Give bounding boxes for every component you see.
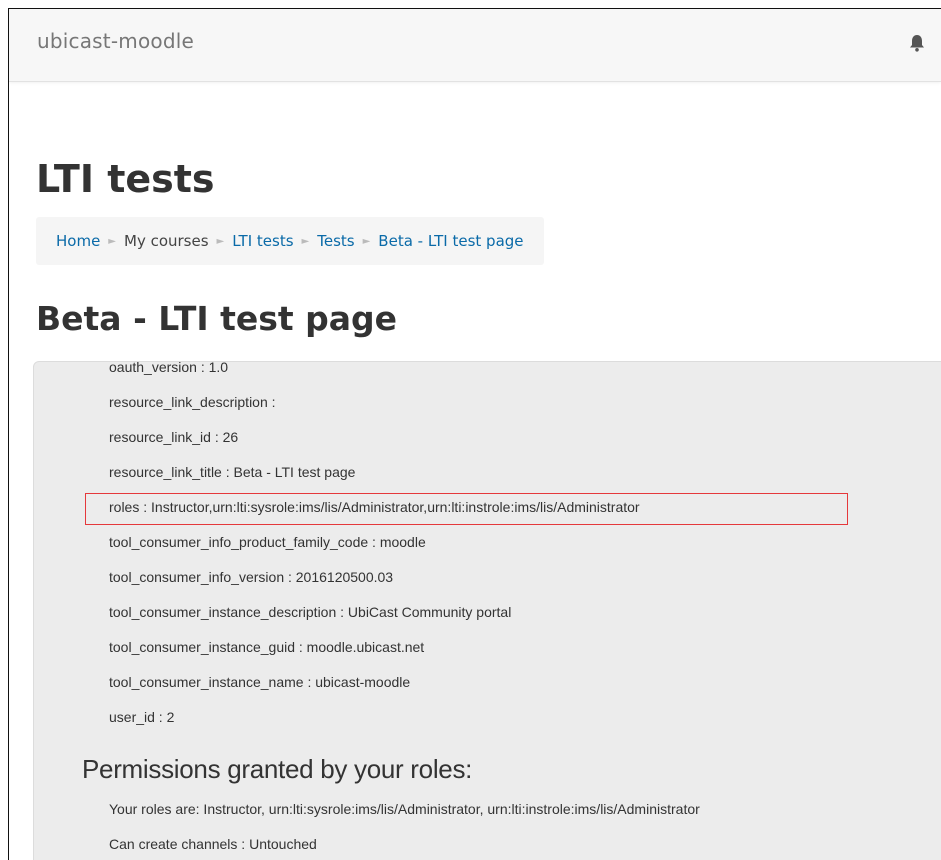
permissions-list: Your roles are: Instructor, urn:lti:sysr…: [109, 792, 700, 860]
lti-param-resource-link-description: resource_link_description :: [109, 394, 276, 410]
page-title: LTI tests: [36, 157, 215, 201]
permissions-create-channels: Can create channels : Untouched: [109, 836, 317, 852]
browser-viewport: ubicast-moodle LTI tests Home ► My cours…: [8, 8, 941, 860]
breadcrumb-beta-lti-test-page[interactable]: Beta - LTI test page: [378, 232, 523, 250]
lti-param-user-id: user_id : 2: [109, 709, 175, 725]
lti-param-resource-link-title: resource_link_title : Beta - LTI test pa…: [109, 464, 356, 480]
breadcrumb-tests[interactable]: Tests: [317, 232, 354, 250]
permissions-heading: Permissions granted by your roles:: [82, 754, 473, 784]
lti-param-instance-guid: tool_consumer_instance_guid : moodle.ubi…: [109, 639, 425, 655]
breadcrumb-lti-tests[interactable]: LTI tests: [232, 232, 293, 250]
lti-parameter-list: oauth_version : 1.0 resource_link_descri…: [85, 361, 848, 735]
breadcrumb-separator-icon: ►: [216, 235, 225, 247]
breadcrumb-separator-icon: ►: [362, 235, 371, 247]
breadcrumb-separator-icon: ►: [301, 235, 310, 247]
lti-param-instance-name: tool_consumer_instance_name : ubicast-mo…: [109, 674, 411, 690]
lti-param-consumer-version: tool_consumer_info_version : 2016120500.…: [109, 569, 394, 585]
breadcrumb-my-courses: My courses: [124, 232, 209, 250]
permissions-roles-summary: Your roles are: Instructor, urn:lti:sysr…: [109, 801, 700, 817]
lti-param-instance-description: tool_consumer_instance_description : Ubi…: [109, 604, 512, 620]
bell-icon[interactable]: [907, 33, 927, 53]
site-brand-link[interactable]: ubicast-moodle: [37, 29, 194, 53]
lti-param-product-family-code: tool_consumer_info_product_family_code :…: [109, 534, 426, 550]
top-navbar: ubicast-moodle: [9, 9, 941, 82]
activity-title: Beta - LTI test page: [36, 299, 398, 338]
lti-param-resource-link-id: resource_link_id : 26: [109, 429, 239, 445]
lti-param-roles: roles : Instructor,urn:lti:sysrole:ims/l…: [85, 490, 848, 525]
lti-param-roles-text: roles : Instructor,urn:lti:sysrole:ims/l…: [109, 499, 640, 515]
breadcrumb-home[interactable]: Home: [56, 232, 100, 250]
lti-param-oauth-version: oauth_version : 1.0: [109, 361, 229, 375]
lti-launch-panel[interactable]: oauth_version : 1.0 resource_link_descri…: [33, 361, 941, 860]
breadcrumb: Home ► My courses ► LTI tests ► Tests ► …: [36, 217, 544, 265]
breadcrumb-separator-icon: ►: [108, 235, 116, 247]
